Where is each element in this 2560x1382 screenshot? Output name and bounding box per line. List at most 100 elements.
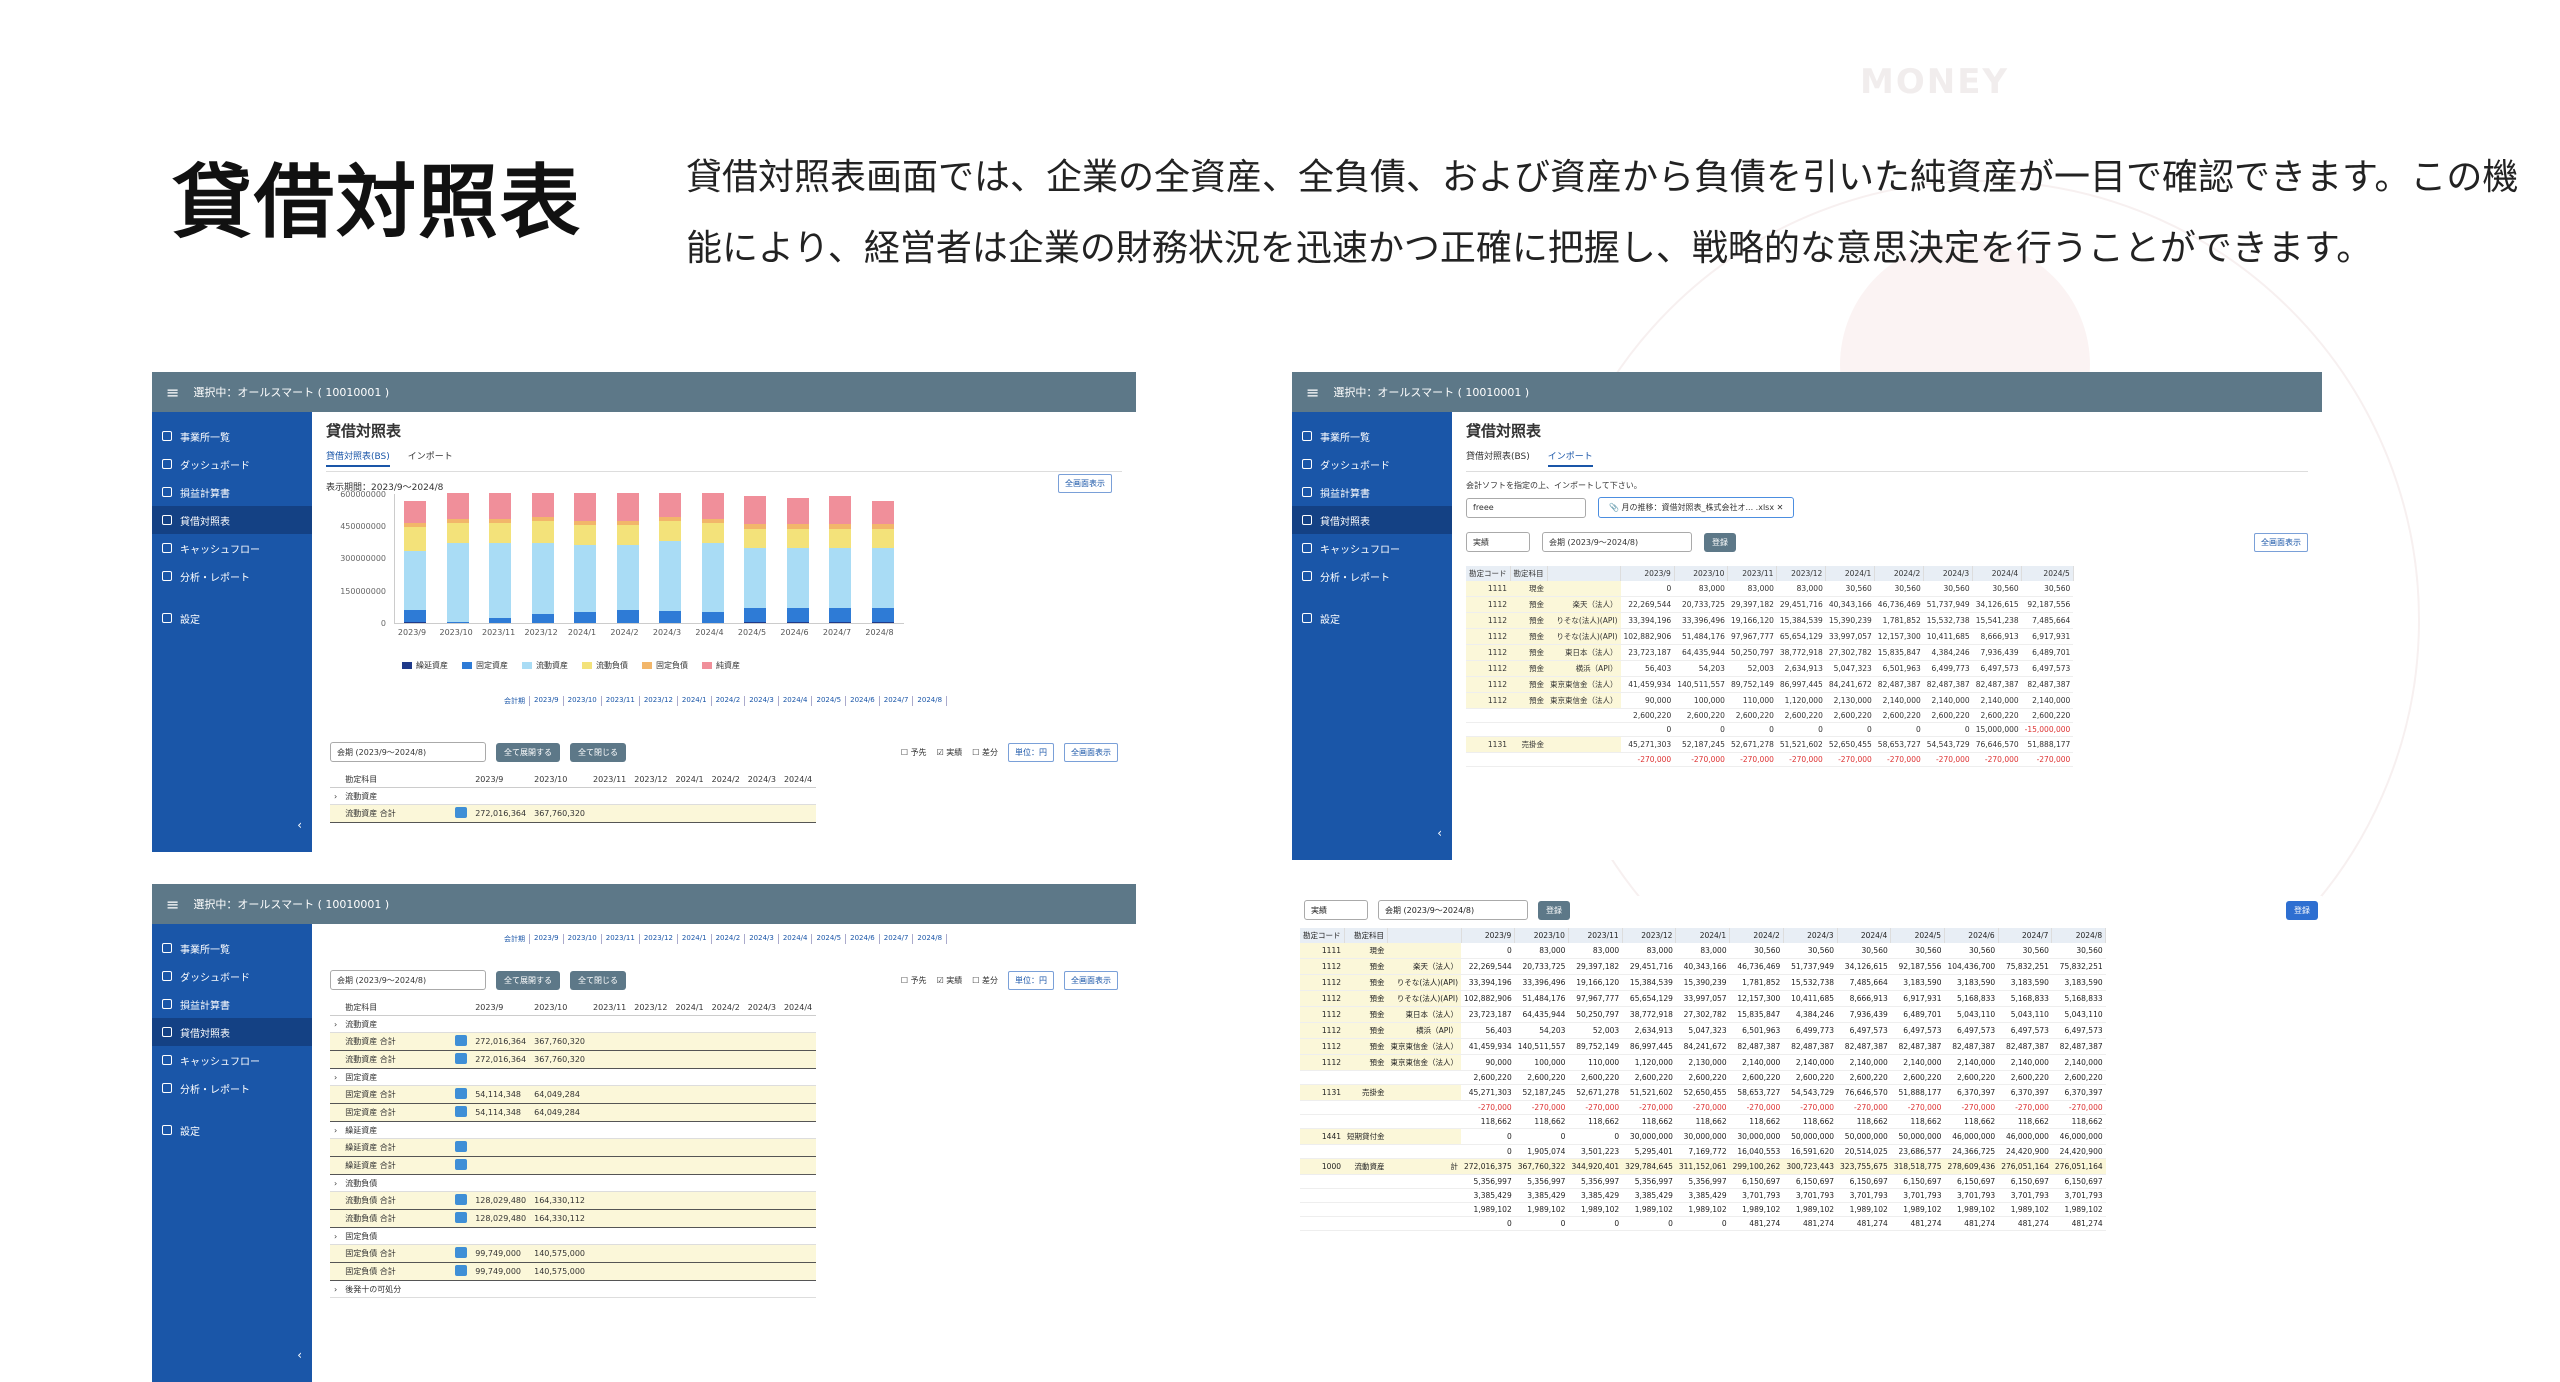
period-tab[interactable]: 2024/5: [812, 934, 847, 944]
matrix-cell[interactable]: 0: [1461, 1216, 1515, 1231]
matrix-cell[interactable]: 82,487,387: [2051, 1038, 2106, 1055]
matrix-cell[interactable]: 1,781,852: [1874, 612, 1924, 629]
expand-all-button[interactable]: 全て展開する: [496, 742, 560, 762]
matrix-cell[interactable]: 75,832,251: [2051, 958, 2106, 975]
matrix-cell[interactable]: 6,370,397: [2051, 1084, 2106, 1101]
matrix-cell[interactable]: 6,497,573: [1890, 1022, 1945, 1039]
matrix-cell[interactable]: 64,435,944: [1674, 644, 1728, 661]
matrix-cell[interactable]: 52,003: [1568, 1022, 1623, 1039]
matrix-cell[interactable]: 7,936,439: [1972, 644, 2022, 661]
matrix-cell[interactable]: 45,271,303: [1620, 736, 1675, 753]
expand-all-button[interactable]: 全て展開する: [496, 970, 560, 990]
matrix-cell[interactable]: 1,989,102: [1890, 1202, 1945, 1217]
matrix-cell[interactable]: 0: [1620, 722, 1675, 737]
matrix-cell[interactable]: 100,000: [1674, 692, 1728, 709]
matrix-cell[interactable]: 24,420,900: [1998, 1144, 2052, 1159]
matrix-cell[interactable]: 6,917,931: [1890, 990, 1945, 1007]
sidebar-item[interactable]: 損益計算書: [1292, 478, 1452, 506]
matrix-cell[interactable]: -270,000: [2051, 1100, 2106, 1115]
matrix-cell[interactable]: 33,396,496: [1514, 974, 1569, 991]
matrix-cell[interactable]: 118,662: [1890, 1114, 1945, 1129]
matrix-cell[interactable]: 0: [1620, 581, 1675, 597]
matrix-cell[interactable]: 12,157,300: [1729, 990, 1784, 1007]
matrix-cell[interactable]: 118,662: [1998, 1114, 2052, 1129]
matrix-cell[interactable]: 51,888,177: [2021, 736, 2074, 753]
matrix-cell[interactable]: 15,532,738: [1923, 612, 1973, 629]
matrix-cell[interactable]: 1,989,102: [1461, 1202, 1515, 1217]
matrix-cell[interactable]: 33,394,196: [1461, 974, 1515, 991]
period-tab[interactable]: 2024/6: [846, 934, 880, 944]
matrix-cell[interactable]: 15,384,539: [1776, 612, 1826, 629]
matrix-cell[interactable]: 2,600,220: [1620, 708, 1675, 723]
sidebar-item[interactable]: 貸借対照表: [1292, 506, 1452, 534]
matrix-cell[interactable]: 6,150,697: [1729, 1174, 1784, 1189]
matrix-cell[interactable]: 100,000: [1514, 1054, 1569, 1071]
period-tab[interactable]: 2023/9: [530, 934, 564, 944]
matrix-cell[interactable]: 3,385,429: [1461, 1188, 1515, 1203]
period-tab[interactable]: 2024/1: [678, 696, 712, 706]
matrix-cell[interactable]: 2,600,220: [1568, 1070, 1623, 1085]
period-tab[interactable]: 2024/8: [913, 934, 948, 944]
matrix-cell[interactable]: 2,600,220: [1874, 708, 1924, 723]
matrix-cell[interactable]: 481,274: [1837, 1216, 1891, 1231]
matrix-cell[interactable]: 30,560: [1923, 581, 1973, 597]
expand-cell[interactable]: ›: [330, 1121, 342, 1139]
matrix-cell[interactable]: 27,302,782: [1825, 644, 1875, 661]
sidebar-item[interactable]: 事業所一覧: [152, 934, 312, 962]
matrix-cell[interactable]: 40,343,166: [1825, 596, 1875, 613]
matrix-cell[interactable]: 2,140,000: [1874, 692, 1924, 709]
matrix-cell[interactable]: 15,541,238: [1972, 612, 2022, 629]
matrix-cell[interactable]: 84,241,672: [1675, 1038, 1730, 1055]
matrix-cell[interactable]: 2,600,220: [1514, 1070, 1569, 1085]
matrix-cell[interactable]: 82,487,387: [1998, 1038, 2052, 1055]
sidebar-item[interactable]: キャッシュフロー: [1292, 534, 1452, 562]
matrix-cell[interactable]: 33,997,057: [1825, 628, 1875, 645]
matrix-cell[interactable]: 58,653,727: [1874, 736, 1924, 753]
collapse-all-button[interactable]: 全て閉じる: [570, 742, 626, 762]
unit-button[interactable]: 単位：円: [1008, 742, 1054, 762]
matrix-cell[interactable]: 5,168,833: [1944, 990, 1999, 1007]
matrix-cell[interactable]: 6,497,573: [1944, 1022, 1999, 1039]
matrix-cell[interactable]: 1,989,102: [1837, 1202, 1891, 1217]
matrix-cell[interactable]: 6,150,697: [2051, 1174, 2106, 1189]
sidebar-item[interactable]: キャッシュフロー: [152, 534, 312, 562]
period-tab[interactable]: 2024/7: [880, 696, 914, 706]
matrix-cell[interactable]: 276,051,164: [1998, 1158, 2052, 1175]
expand-cell[interactable]: ›: [330, 1280, 342, 1298]
matrix-cell[interactable]: 38,772,918: [1776, 644, 1826, 661]
matrix-cell[interactable]: 20,733,725: [1514, 958, 1569, 975]
matrix-cell[interactable]: 5,047,323: [1825, 660, 1875, 677]
matrix-cell[interactable]: 34,126,615: [1972, 596, 2022, 613]
matrix-cell[interactable]: 3,385,429: [1514, 1188, 1569, 1203]
matrix-cell[interactable]: 118,662: [1783, 1114, 1838, 1129]
matrix-cell[interactable]: 97,967,777: [1727, 628, 1777, 645]
matrix-cell[interactable]: 2,600,220: [1674, 708, 1728, 723]
matrix-cell[interactable]: 23,723,187: [1461, 1006, 1515, 1023]
type-select[interactable]: 実績: [1466, 532, 1530, 552]
matrix-cell[interactable]: 0: [1923, 722, 1973, 737]
matrix-cell[interactable]: 2,140,000: [1998, 1054, 2052, 1071]
matrix-cell[interactable]: -270,000: [2021, 752, 2074, 767]
hamburger-icon[interactable]: ≡: [166, 895, 179, 914]
matrix-cell[interactable]: 51,521,602: [1622, 1084, 1676, 1101]
matrix-cell[interactable]: 22,269,544: [1461, 958, 1515, 975]
tab-bs[interactable]: 貸借対照表(BS): [1466, 449, 1530, 467]
matrix-cell[interactable]: 40,343,166: [1675, 958, 1730, 975]
matrix-cell[interactable]: 30,560: [1729, 943, 1784, 959]
actual-checkbox[interactable]: ☑ 実績: [937, 747, 963, 758]
expand-cell[interactable]: ›: [330, 1174, 342, 1192]
matrix-cell[interactable]: 6,501,963: [1874, 660, 1924, 677]
matrix-cell[interactable]: 272,016,375: [1461, 1158, 1515, 1175]
matrix-cell[interactable]: 311,152,061: [1675, 1158, 1730, 1175]
matrix-cell[interactable]: 54,203: [1674, 660, 1728, 677]
matrix-cell[interactable]: 46,736,469: [1874, 596, 1924, 613]
matrix-cell[interactable]: 86,997,445: [1622, 1038, 1676, 1055]
matrix-cell[interactable]: 2,634,913: [1776, 660, 1826, 677]
matrix-cell[interactable]: 38,772,918: [1622, 1006, 1676, 1023]
matrix-cell[interactable]: 54,203: [1514, 1022, 1569, 1039]
matrix-cell[interactable]: 110,000: [1727, 692, 1777, 709]
matrix-cell[interactable]: 15,384,539: [1622, 974, 1676, 991]
matrix-cell[interactable]: 8,666,913: [1837, 990, 1891, 1007]
matrix-cell[interactable]: 0: [1727, 722, 1777, 737]
period-tab[interactable]: 2024/8: [913, 696, 948, 706]
